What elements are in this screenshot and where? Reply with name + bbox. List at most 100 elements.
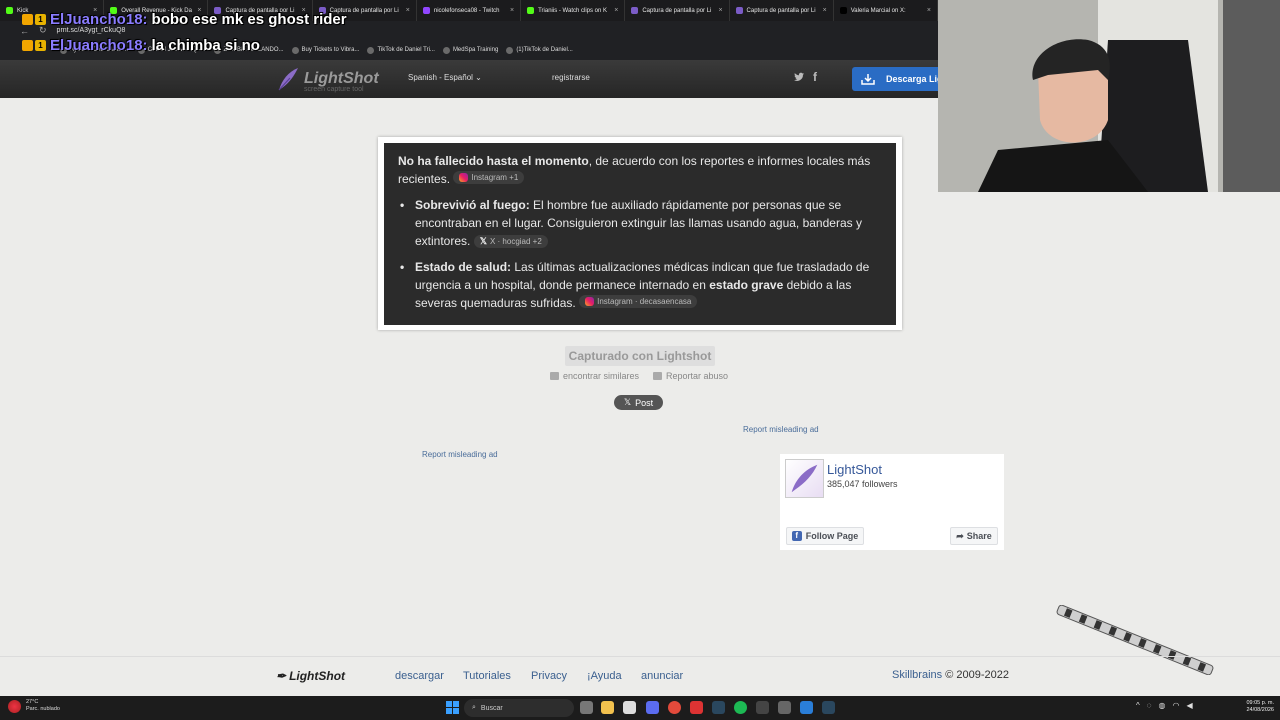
report-abuse-label: Reportar abuso	[666, 371, 729, 381]
close-icon[interactable]: ×	[406, 7, 410, 14]
find-similar-link[interactable]: encontrar similares	[550, 371, 639, 381]
task-view-icon[interactable]	[580, 701, 593, 714]
tray-icon: ◌	[1146, 701, 1152, 710]
facebook-icon[interactable]: f	[813, 70, 817, 84]
footer-logo-text: LightShot	[289, 669, 346, 683]
x-post-button[interactable]: 𝕏 Post	[614, 395, 663, 410]
browser-tab[interactable]: Trianiis - Watch clips on K ×	[521, 0, 626, 21]
x-logo-icon: 𝕏	[479, 236, 487, 246]
file-explorer-icon[interactable]	[601, 701, 614, 714]
source-chip: Instagram · decasaencasa	[579, 295, 698, 308]
footer-link-tutorials[interactable]: Tutoriales	[463, 670, 511, 682]
emphasis-text: estado grave	[709, 278, 784, 292]
discord-icon[interactable]	[646, 701, 659, 714]
facebook-icon: f	[791, 531, 802, 541]
followers-count: 385,047 followers	[827, 479, 898, 489]
steam-icon[interactable]	[712, 701, 725, 714]
language-select[interactable]: Spanish - Español ⌄	[408, 73, 482, 82]
find-similar-label: encontrar similares	[563, 371, 640, 381]
app-icon[interactable]	[690, 701, 703, 714]
screenshot-content: No ha fallecido hasta el momento, de acu…	[384, 143, 896, 325]
copyright-text: © 2009-2022	[942, 669, 1009, 681]
clock-date: 24/08/2026	[1246, 707, 1274, 713]
footer-link-help[interactable]: ¡Ayuda	[587, 670, 622, 682]
language-label: Spanish - Español	[408, 73, 473, 82]
close-icon[interactable]: ×	[823, 7, 827, 14]
windows-taskbar: 27°C Parc. nublado ⌕ Buscar ^ ◌ ◍ ◠ ◀ 09:05 p.…	[0, 696, 1280, 720]
footer-link-privacy[interactable]: Privacy	[531, 670, 567, 682]
store-icon[interactable]	[623, 701, 636, 714]
captured-label[interactable]: Capturado con Lightshot	[565, 346, 715, 366]
bookmark-item[interactable]: (1)TikTok de Daniel...	[506, 46, 573, 54]
webcam-figure	[938, 0, 1280, 192]
tab-title: Trianiis - Watch clips on K	[538, 7, 607, 14]
emphasis-text: No ha fallecido hasta el momento	[398, 154, 589, 168]
windows-start-icon[interactable]	[446, 701, 459, 714]
volume-icon: ◀	[1186, 701, 1193, 710]
download-button[interactable]: Descarga Lightshot	[852, 67, 942, 91]
taskbar-clock[interactable]: 09:05 p. m. 24/08/2026	[1228, 700, 1274, 714]
tab-favicon-icon	[422, 7, 430, 14]
flag-icon	[653, 372, 662, 380]
report-misleading-ad-link[interactable]: Report misleading ad	[743, 425, 819, 434]
bookmark-item[interactable]: MedSpa Training	[442, 46, 499, 54]
page-avatar[interactable]	[785, 459, 824, 498]
weather-desc: Parc. nublado	[26, 706, 60, 712]
share-button[interactable]: ➦ Share	[950, 527, 998, 545]
footer-link-download[interactable]: descargar	[395, 670, 444, 682]
app-icon[interactable]	[756, 701, 769, 714]
close-icon[interactable]: ×	[927, 7, 931, 14]
browser-tab[interactable]: Captura de pantalla por Li ×	[730, 0, 834, 21]
chip-label: Instagram · decasaencasa	[597, 297, 692, 306]
taskbar-search[interactable]: ⌕ Buscar	[464, 699, 574, 717]
chat-text: bobo ese mk es ghost rider	[151, 10, 347, 28]
share-icon: ➦	[956, 530, 964, 541]
follow-page-button[interactable]: f Follow Page	[786, 527, 864, 545]
spotify-icon[interactable]	[734, 701, 747, 714]
report-abuse-link[interactable]: Reportar abuso	[653, 371, 728, 381]
close-icon[interactable]: ×	[614, 7, 618, 14]
x-post-label: Post	[635, 397, 654, 408]
close-icon[interactable]: ×	[510, 7, 514, 14]
bookmark-item[interactable]: TikTok de Daniel Tri...	[367, 46, 435, 54]
bookmark-favicon-icon	[506, 46, 514, 54]
app-icon[interactable]	[800, 701, 813, 714]
chat-message: 1 ElJuancho18: la chimba si no	[22, 34, 347, 56]
chat-message: 1 ElJuancho18: bobo ese mk es ghost ride…	[22, 8, 347, 30]
steam-icon[interactable]	[822, 701, 835, 714]
lightshot-logo[interactable]: LightShot screen capture tool	[276, 66, 379, 93]
footer-copyright: Skillbrains © 2009-2022	[892, 669, 1009, 681]
tab-favicon-icon	[839, 7, 847, 14]
bookmark-label: MedSpa Training	[452, 47, 499, 53]
emphasis-text: Estado de salud:	[415, 260, 512, 274]
sub-badge-icon: 1	[35, 39, 46, 51]
browser-tab[interactable]: nicolefonseca08 - Twitch ×	[417, 0, 522, 21]
screenshot-image: No ha fallecido hasta el momento, de acu…	[378, 137, 902, 330]
feather-icon: ✒	[276, 669, 287, 683]
site-header: LightShot screen capture tool Spanish - …	[0, 60, 942, 98]
browser-tab[interactable]: Valeria Marcial on X: ×	[834, 0, 938, 21]
weather-icon	[8, 699, 21, 713]
app-icon[interactable]	[778, 701, 791, 714]
instagram-icon	[459, 173, 469, 182]
system-tray[interactable]: ^ ◌ ◍ ◠ ◀	[1136, 701, 1193, 710]
chip-label: X · hocgiad +2	[489, 237, 542, 246]
page-name-link[interactable]: LightShot	[827, 462, 882, 477]
close-icon[interactable]: ×	[718, 7, 722, 14]
footer-logo[interactable]: ✒ LightShot	[276, 669, 345, 683]
tab-favicon-icon	[527, 7, 535, 14]
tab-title: nicolefonseca08 - Twitch	[433, 7, 500, 14]
weather-widget[interactable]: 27°C Parc. nublado	[8, 699, 60, 713]
source-chip: 𝕏X · hocgiad +2	[473, 235, 548, 248]
tab-favicon-icon	[6, 7, 13, 14]
report-misleading-ad-link[interactable]: Report misleading ad	[422, 450, 498, 459]
twitter-icon[interactable]	[793, 71, 805, 83]
chat-username: ElJuancho18:	[50, 10, 148, 28]
chrome-icon[interactable]	[668, 701, 681, 714]
tray-icon: ◍	[1158, 701, 1166, 710]
footer-link-advertise[interactable]: anunciar	[641, 670, 683, 682]
skillbrains-link[interactable]: Skillbrains	[892, 669, 942, 681]
crown-badge-icon	[22, 13, 33, 25]
browser-tab[interactable]: Captura de pantalla por Li ×	[625, 0, 730, 21]
register-link[interactable]: registrarse	[552, 73, 590, 82]
